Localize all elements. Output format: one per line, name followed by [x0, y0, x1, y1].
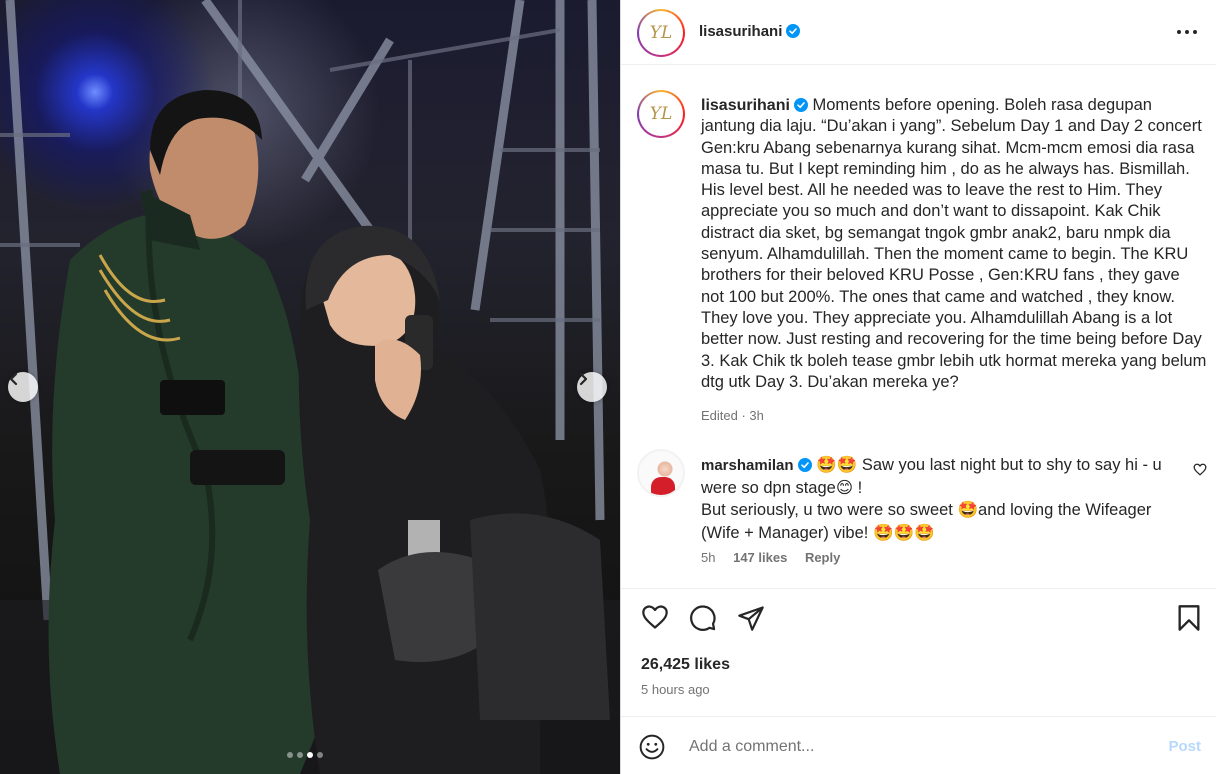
comment-input[interactable]	[689, 735, 1149, 759]
comment-text-line1-end: !	[857, 478, 863, 497]
chevron-left-icon	[9, 372, 18, 386]
verified-badge-icon	[793, 98, 808, 112]
heart-icon[interactable]	[641, 604, 669, 630]
caption-text: Moments before opening. Boleh rasa degup…	[701, 96, 1207, 391]
comments-section[interactable]: YL lisasurihani Moments before opening. …	[621, 66, 1216, 589]
comment-likes-button[interactable]: 147 likes	[733, 550, 787, 565]
verified-badge-icon	[786, 24, 801, 38]
author-username[interactable]: lisasurihani	[699, 23, 801, 40]
carousel-prev-button[interactable]	[8, 372, 38, 402]
caption-meta: Edited · 3h	[701, 408, 764, 423]
post-comment-button[interactable]: Post	[1168, 738, 1201, 755]
chevron-right-icon	[579, 372, 588, 386]
comment-text-line2: But seriously, u two were so sweet	[701, 501, 953, 520]
emoji-icon[interactable]	[639, 734, 665, 760]
caption-username[interactable]: lisasurihani	[701, 97, 790, 114]
carousel-dot-active	[307, 752, 313, 758]
emoji-blush: 😊	[835, 477, 854, 497]
post-timestamp[interactable]: 5 hours ago	[641, 682, 710, 697]
post-details-panel: YL lisasurihani YL lisasurihani Moments …	[620, 0, 1216, 774]
more-horizontal-icon	[1177, 30, 1197, 34]
post-header: YL lisasurihani	[621, 0, 1216, 65]
emoji-star-struck: 🤩🤩	[816, 455, 858, 474]
author-avatar[interactable]: YL	[637, 9, 685, 57]
author-avatar-logo: YL	[639, 11, 683, 55]
author-username-text[interactable]: lisasurihani	[699, 23, 782, 40]
emoji-star-struck: 🤩🤩🤩	[872, 522, 935, 542]
comment-icon[interactable]	[689, 604, 717, 632]
caption-body: lisasurihani Moments before opening. Bol…	[701, 95, 1207, 393]
caption-avatar[interactable]: YL	[637, 90, 685, 138]
carousel-dots	[287, 752, 323, 758]
commenter-avatar[interactable]	[637, 449, 685, 497]
more-options-button[interactable]	[1175, 22, 1199, 42]
comment-body: marshamilan 🤩🤩 Saw you last night but to…	[701, 454, 1181, 544]
caption-avatar-logo: YL	[639, 92, 683, 136]
verified-badge-icon	[797, 458, 812, 472]
carousel-dot	[297, 752, 303, 758]
commenter-username[interactable]: marshamilan	[701, 457, 794, 474]
bookmark-icon[interactable]	[1177, 604, 1201, 632]
comment-reply-button[interactable]: Reply	[805, 550, 840, 565]
share-icon[interactable]	[737, 604, 765, 632]
carousel-next-button[interactable]	[577, 372, 607, 402]
comment-like-heart-icon[interactable]	[1193, 463, 1207, 476]
post-likes-count[interactable]: 26,425 likes	[641, 656, 730, 674]
post-photo[interactable]	[0, 0, 620, 774]
photo-illustration	[0, 0, 620, 774]
carousel-dot	[317, 752, 323, 758]
carousel-dot	[287, 752, 293, 758]
emoji-star-struck: 🤩	[957, 500, 979, 520]
comment-meta: 5h 147 likes Reply	[701, 550, 840, 565]
comment-time: 5h	[701, 550, 716, 565]
post-actions-bar	[621, 602, 1216, 642]
add-comment-bar: Post	[621, 716, 1216, 774]
